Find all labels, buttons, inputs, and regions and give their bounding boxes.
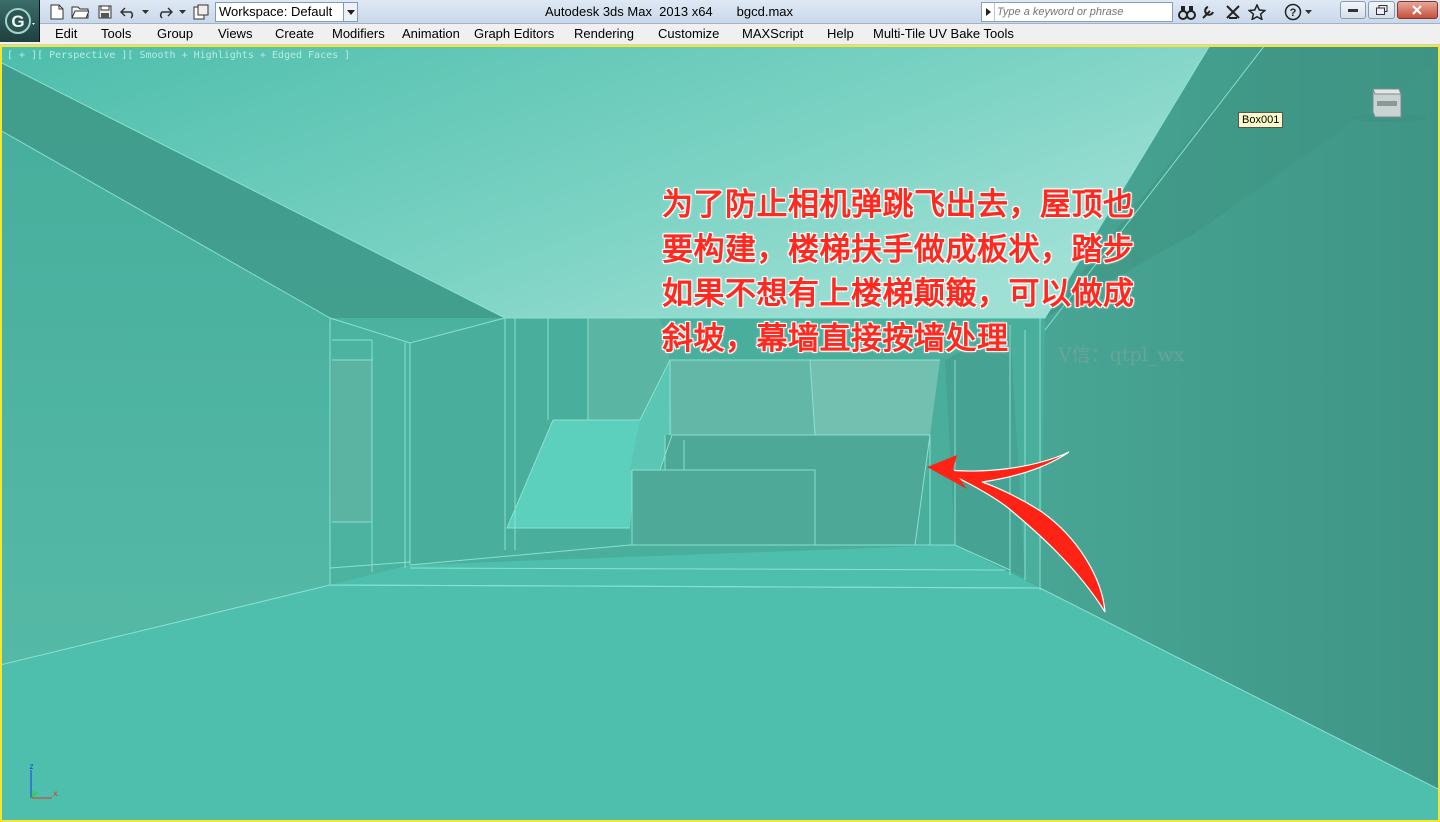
app-title: Autodesk 3ds Max 2013 x64 (545, 4, 713, 19)
restore-button[interactable] (1368, 1, 1395, 19)
minimize-button[interactable] (1340, 1, 1367, 19)
menu-multi-tile-uv-bake-tools[interactable]: Multi-Tile UV Bake Tools (873, 26, 1014, 41)
menu-help[interactable]: Help (827, 26, 854, 41)
undo-icon[interactable] (120, 3, 138, 21)
menu-animation[interactable]: Animation (402, 26, 460, 41)
menu-tools[interactable]: Tools (101, 26, 131, 41)
project-folder-icon[interactable] (192, 3, 210, 21)
menu-views[interactable]: Views (218, 26, 252, 41)
app-logo-button[interactable]: G (0, 0, 40, 42)
menu-graph-editors[interactable]: Graph Editors (474, 26, 554, 41)
menu-bar: Edit Tools Group Views Create Modifiers … (0, 24, 1440, 45)
new-file-icon[interactable] (48, 3, 66, 21)
perspective-viewport[interactable]: [ + ][ Perspective ][ Smooth + Highlight… (0, 45, 1440, 822)
open-file-icon[interactable] (71, 3, 89, 21)
x-axis-label: x (53, 789, 58, 798)
menu-modifiers[interactable]: Modifiers (332, 26, 385, 41)
chevron-down-icon[interactable] (343, 3, 357, 21)
window-title: Autodesk 3ds Max 2013 x64 bgcd.max (545, 4, 793, 19)
help-icon[interactable]: ? (1284, 3, 1302, 21)
favorites-star-icon[interactable] (1248, 3, 1266, 21)
axis-tripod: z y x (24, 760, 64, 805)
box001-mesh (632, 470, 815, 545)
y-axis-label: y (31, 788, 36, 797)
menu-rendering[interactable]: Rendering (574, 26, 634, 41)
menu-group[interactable]: Group (157, 26, 193, 41)
file-name: bgcd.max (736, 4, 794, 19)
subscription-icon[interactable] (1201, 3, 1219, 21)
watermark: V信：qtpl_wx (1058, 344, 1185, 366)
help-dropdown-icon[interactable] (1303, 3, 1313, 21)
workspace-label: Workspace: Default (219, 4, 333, 19)
search-box[interactable] (981, 2, 1173, 22)
annotation-text: 为了防止相机弹跳飞出去，屋顶也 要构建，楼梯扶手做成板状，踏步 如果不想有上楼梯… (662, 187, 1135, 357)
menu-create[interactable]: Create (275, 26, 314, 41)
svg-text:G: G (11, 12, 24, 31)
object-tooltip: Box001 (1238, 112, 1284, 128)
workspace-dropdown[interactable]: Workspace: Default (215, 2, 358, 22)
communication-center-icon[interactable] (1224, 3, 1242, 21)
title-bar: Workspace: Default Autodesk 3ds Max 2013… (0, 0, 1440, 24)
menu-edit[interactable]: Edit (55, 26, 77, 41)
red-arrow-annotation (927, 451, 1106, 613)
scene-render (2, 47, 1438, 820)
redo-icon[interactable] (155, 3, 173, 21)
search-expand-icon[interactable] (982, 3, 995, 21)
undo-dropdown-icon[interactable] (140, 3, 150, 21)
window-controls (1340, 1, 1438, 19)
close-button[interactable] (1396, 1, 1438, 19)
viewcube[interactable] (1347, 85, 1427, 125)
z-axis-label: z (29, 762, 34, 771)
svg-text:?: ? (1290, 7, 1297, 19)
search-input[interactable] (997, 4, 1169, 20)
binoculars-icon[interactable] (1178, 3, 1196, 21)
redo-dropdown-icon[interactable] (177, 3, 187, 21)
viewport-label[interactable]: [ + ][ Perspective ][ Smooth + Highlight… (7, 50, 350, 61)
menu-maxscript[interactable]: MAXScript (742, 26, 803, 41)
save-icon[interactable] (96, 3, 114, 21)
menu-customize[interactable]: Customize (658, 26, 719, 41)
